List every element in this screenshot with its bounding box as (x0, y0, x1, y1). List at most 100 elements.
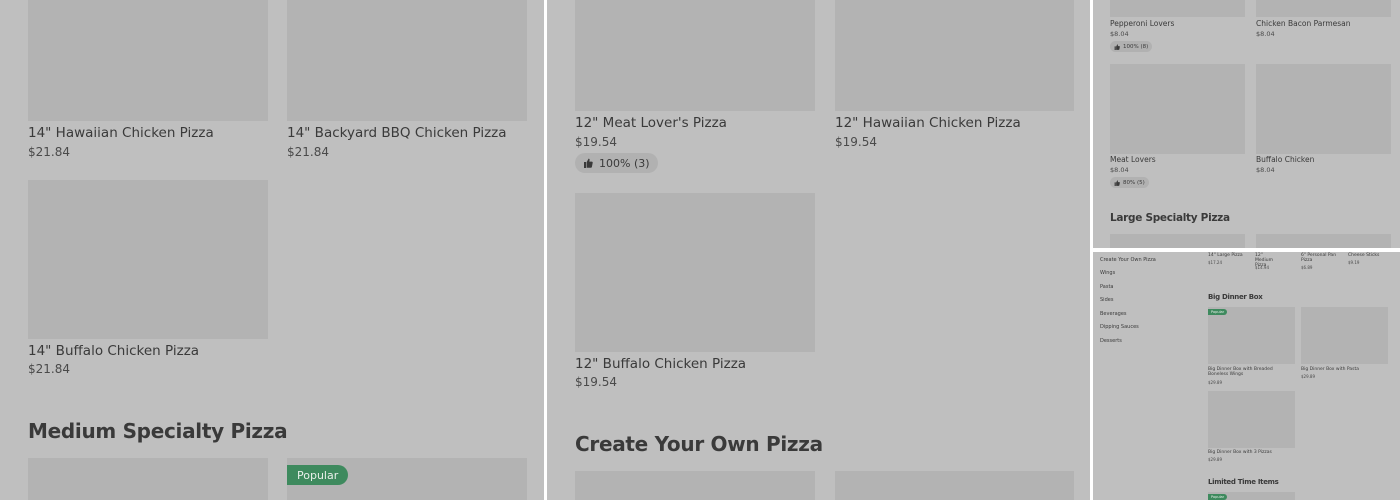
menu-item-image[interactable] (835, 471, 1074, 500)
menu-item-price: $19.54 (835, 135, 877, 149)
rating-text: 100% (8) (1123, 43, 1149, 50)
menu-item-card[interactable]: 14" Hawaiian Chicken Pizza $21.84 (28, 0, 268, 165)
nav-item-dipping-sauces[interactable]: Dipping Sauces (1100, 324, 1139, 330)
menu-item-card[interactable]: Chicken Bacon Parmesan $8.04 (1256, 0, 1391, 42)
menu-item-price: $8.04 (1110, 30, 1129, 38)
rating-pill: 80% (5) (1110, 177, 1149, 188)
menu-panel-4: Create Your Own Pizza Wings Pasta Sides … (1093, 252, 1400, 500)
menu-item-price: $21.84 (28, 362, 70, 376)
menu-item-name: Chicken Bacon Parmesan (1256, 19, 1351, 28)
nav-item-wings[interactable]: Wings (1100, 270, 1115, 276)
menu-item-card[interactable]: Big Dinner Box with 3 Pizzas $29.89 (1208, 391, 1295, 465)
popular-badge: Popular (287, 465, 349, 485)
menu-item-card[interactable]: Popular Big Dinner Box with Breaded Bone… (1208, 307, 1295, 387)
nav-item-create-your-own-pizza[interactable]: Create Your Own Pizza (1100, 257, 1156, 263)
section-title: Big Dinner Box (1208, 293, 1263, 301)
menu-item-image[interactable] (28, 0, 268, 121)
menu-item-card[interactable]: 12" Hawaiian Chicken Pizza $19.54 (835, 0, 1074, 155)
menu-item-card[interactable]: 14" Large Pizza $17.24 (1208, 252, 1248, 272)
menu-item-name: Big Dinner Box with 3 Pizzas (1208, 450, 1272, 455)
menu-item-price: $8.04 (1256, 30, 1275, 38)
menu-item-name: Cheese Sticks (1348, 253, 1380, 258)
menu-item-card[interactable]: 6" Personal Pan Pizza $6.89 (1301, 252, 1341, 272)
category-nav: Create Your Own Pizza Wings Pasta Sides … (1093, 252, 1203, 500)
menu-item-name: 14" Backyard BBQ Chicken Pizza (287, 125, 507, 141)
thumbs-up-icon (1114, 179, 1120, 186)
menu-item-price: $29.89 (1208, 380, 1222, 385)
menu-item-price: $8.04 (1256, 166, 1275, 174)
menu-item-name: 6" Personal Pan Pizza (1301, 253, 1337, 263)
menu-item-image[interactable] (575, 0, 815, 111)
menu-item-card[interactable] (835, 471, 1074, 500)
menu-item-card[interactable]: 12" Meat Lover's Pizza $19.54 100% (3) (575, 0, 815, 175)
menu-item-card[interactable]: 14" Buffalo Chicken Pizza $21.84 (28, 180, 268, 380)
menu-item-card[interactable]: Pepperoni Lovers $8.04 100% (8) (1110, 0, 1245, 55)
menu-item-name: 12" Buffalo Chicken Pizza (575, 356, 747, 372)
menu-item-card[interactable]: Big Dinner Box with Pasta $29.89 (1301, 307, 1388, 387)
menu-item-image[interactable] (1110, 64, 1245, 154)
rating-pill: 100% (3) (575, 153, 658, 173)
menu-item-name: 14" Buffalo Chicken Pizza (28, 343, 200, 359)
menu-item-price: $14.94 (1255, 265, 1269, 270)
menu-item-price: $21.84 (28, 145, 70, 159)
nav-item-pasta[interactable]: Pasta (1100, 284, 1113, 290)
nav-item-beverages[interactable]: Beverages (1100, 311, 1127, 317)
menu-item-name: 12" Meat Lover's Pizza (575, 115, 727, 131)
menu-item-price: $19.54 (575, 375, 617, 389)
menu-item-card[interactable]: Buffalo Chicken $8.04 (1256, 64, 1391, 178)
menu-item-price: $29.89 (1208, 457, 1222, 462)
menu-item-card[interactable]: 12" Medium Pizza $14.94 (1255, 252, 1295, 272)
section-title: Limited Time Items (1208, 478, 1279, 486)
menu-item-image[interactable] (28, 180, 268, 339)
menu-item-image[interactable] (1256, 234, 1391, 248)
menu-item-name: 12" Hawaiian Chicken Pizza (835, 115, 1021, 131)
menu-item-image[interactable] (1208, 307, 1295, 364)
menu-item-image[interactable] (28, 458, 268, 500)
thumbs-up-icon (583, 158, 593, 168)
menu-item-name: 14" Large Pizza (1208, 253, 1243, 258)
menu-item-image[interactable] (287, 0, 527, 121)
popular-badge: Popular (1208, 309, 1228, 315)
nav-item-desserts[interactable]: Desserts (1100, 338, 1122, 344)
menu-item-image[interactable] (1256, 64, 1391, 154)
menu-item-price: $17.24 (1208, 260, 1222, 265)
section-title: Create Your Own Pizza (575, 432, 823, 456)
nav-item-sides[interactable]: Sides (1100, 297, 1113, 303)
menu-item-image[interactable] (1110, 0, 1245, 17)
menu-item-price: $21.84 (287, 145, 329, 159)
rating-text: 80% (5) (1123, 179, 1145, 186)
menu-item-card[interactable]: Popular (287, 458, 527, 500)
popular-badge: Popular (1208, 494, 1228, 500)
section-title: Medium Specialty Pizza (28, 419, 288, 443)
section-title: Large Specialty Pizza (1110, 212, 1230, 224)
rating-text: 100% (3) (599, 156, 650, 170)
menu-panel-1: 14" Hawaiian Chicken Pizza $21.84 14" Ba… (0, 0, 544, 500)
menu-item-image[interactable] (1110, 234, 1245, 248)
menu-item-name: Buffalo Chicken (1256, 155, 1315, 164)
menu-item-image[interactable] (575, 193, 815, 352)
menu-item-image[interactable] (835, 0, 1074, 111)
menu-item-image[interactable] (1301, 307, 1388, 364)
menu-item-name: 14" Hawaiian Chicken Pizza (28, 125, 214, 141)
menu-item-card[interactable] (575, 471, 815, 500)
menu-item-card[interactable]: Cheese Sticks $9.19 (1348, 252, 1393, 272)
menu-item-card[interactable]: 12" Buffalo Chicken Pizza $19.54 (575, 193, 815, 393)
menu-item-price: $8.04 (1110, 166, 1129, 174)
menu-panel-2: 12" Meat Lover's Pizza $19.54 100% (3) 1… (547, 0, 1090, 500)
menu-item-name: Big Dinner Box with Breaded Boneless Win… (1208, 367, 1273, 377)
menu-panel-3: Pepperoni Lovers $8.04 100% (8) Chicken … (1093, 0, 1400, 248)
menu-item-image[interactable] (1208, 391, 1295, 448)
menu-item-price: $29.89 (1301, 374, 1315, 379)
menu-item-image[interactable] (1256, 0, 1391, 17)
thumbs-up-icon (1114, 43, 1120, 50)
rating-pill: 100% (8) (1110, 41, 1153, 52)
menu-item-image[interactable] (575, 471, 815, 500)
menu-item-card[interactable]: 14" Backyard BBQ Chicken Pizza $21.84 (287, 0, 527, 165)
menu-item-name: Big Dinner Box with Pasta (1301, 367, 1360, 372)
menu-item-card[interactable]: Meat Lovers $8.04 80% (5) (1110, 64, 1245, 190)
menu-item-card[interactable]: Popular (1208, 492, 1295, 500)
menu-item-card[interactable] (28, 458, 268, 500)
menu-item-name: Pepperoni Lovers (1110, 19, 1175, 28)
menu-item-price: $19.54 (575, 135, 617, 149)
menu-item-name: Meat Lovers (1110, 155, 1156, 164)
